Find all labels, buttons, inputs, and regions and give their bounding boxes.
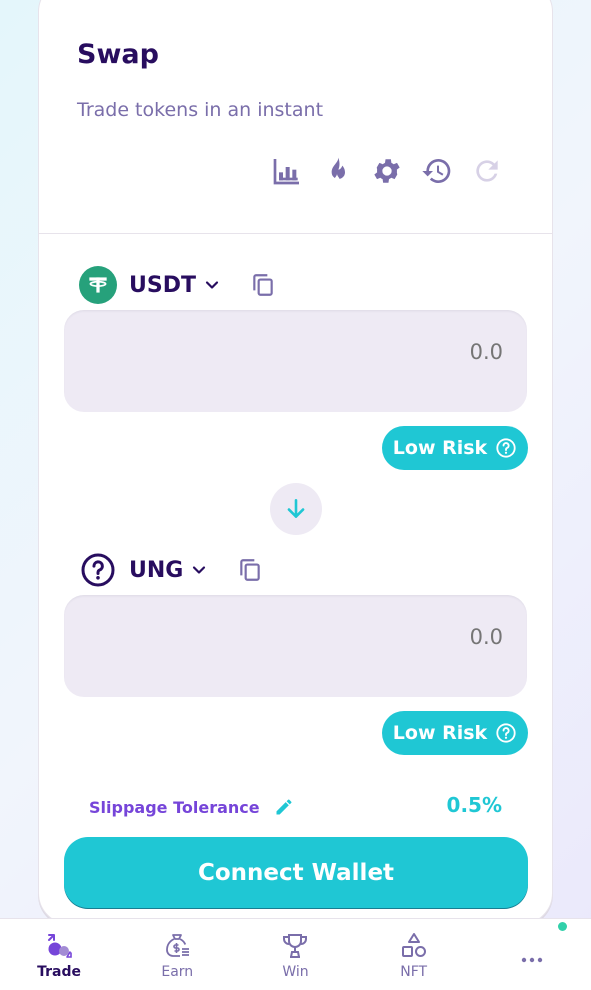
from-amount-box <box>64 310 527 412</box>
from-token-row: USDT <box>79 265 276 305</box>
to-amount-input[interactable] <box>203 625 503 649</box>
header-divider <box>39 233 552 234</box>
nav-item-win[interactable]: Win <box>240 930 350 980</box>
history-icon <box>422 159 451 183</box>
to-token-symbol[interactable]: UNG <box>129 558 183 583</box>
from-risk-label: Low Risk <box>392 437 488 459</box>
settings-gear-icon <box>374 159 400 183</box>
chart-button[interactable] <box>271 155 303 187</box>
nav-label-nft: NFT <box>400 963 428 980</box>
nav-label-trade: Trade <box>37 963 82 980</box>
trade-icon <box>48 933 72 958</box>
shapes-icon <box>401 932 426 957</box>
hot-tokens-button[interactable] <box>321 155 353 187</box>
slippage-value: 0.5% <box>446 793 502 817</box>
to-token-row: UNG <box>79 550 263 590</box>
nav-item-more[interactable] <box>477 921 587 972</box>
from-risk-badge[interactable]: Low Risk <box>382 426 528 470</box>
nav-label-earn: Earn <box>161 963 194 980</box>
chart-icon <box>273 159 299 185</box>
copy-icon[interactable] <box>250 272 276 298</box>
from-token-symbol[interactable]: USDT <box>129 273 196 298</box>
chevron-down-icon[interactable] <box>189 560 209 580</box>
more-dots-icon <box>521 957 543 962</box>
page-subtitle: Trade tokens in an instant <box>77 99 324 121</box>
copy-icon[interactable] <box>237 557 263 583</box>
nav-item-earn[interactable]: Earn <box>122 930 232 980</box>
slippage-label: Slippage Tolerance <box>89 797 260 817</box>
usdt-logo[interactable] <box>79 266 117 304</box>
to-risk-label: Low Risk <box>392 722 488 744</box>
money-bag-icon <box>166 933 190 957</box>
unknown-token-logo[interactable] <box>79 551 117 589</box>
swap-card: Swap Trade tokens in an instant USDT 0.0… <box>38 0 553 925</box>
history-button[interactable] <box>421 155 453 187</box>
bottom-nav: Trade Earn Win NFT <box>0 918 591 990</box>
arrow-down-icon <box>287 499 305 518</box>
pencil-icon[interactable] <box>274 797 294 817</box>
nav-item-trade[interactable]: Trade <box>4 930 114 980</box>
refresh-button[interactable] <box>471 155 503 187</box>
nav-item-nft[interactable]: NFT <box>359 930 469 980</box>
settings-button[interactable] <box>371 155 403 187</box>
question-circle-icon <box>81 553 115 587</box>
question-circle-icon <box>496 438 516 458</box>
connect-wallet-button[interactable]: Connect Wallet <box>64 837 528 909</box>
slippage-tolerance: Slippage Tolerance <box>89 797 294 817</box>
question-circle-icon <box>496 723 516 743</box>
nav-label-win: Win <box>282 963 309 980</box>
fire-icon <box>331 157 345 183</box>
to-risk-badge[interactable]: Low Risk <box>382 711 528 755</box>
chevron-down-icon[interactable] <box>202 275 222 295</box>
tether-icon <box>89 277 107 293</box>
swap-toolbar <box>271 151 521 191</box>
trophy-icon <box>283 933 308 958</box>
page-title: Swap <box>77 39 159 70</box>
switch-tokens-button[interactable] <box>270 483 322 535</box>
refresh-icon <box>476 160 498 182</box>
notification-dot <box>557 921 567 931</box>
from-amount-input[interactable] <box>203 340 503 364</box>
to-amount-box <box>64 595 527 697</box>
